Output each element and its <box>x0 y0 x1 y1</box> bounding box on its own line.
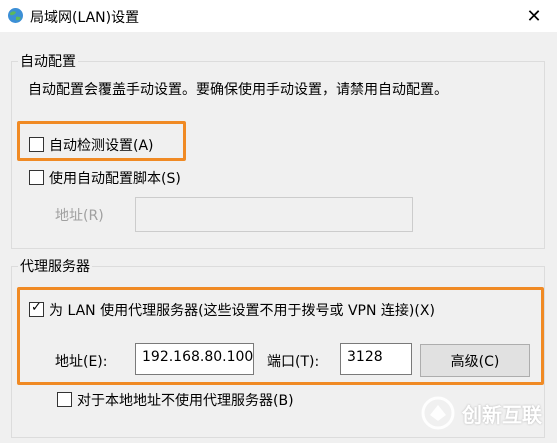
bypass-local-checkbox[interactable] <box>57 392 72 407</box>
close-icon: ✕ <box>526 5 542 27</box>
use-script-checkbox[interactable] <box>29 170 44 185</box>
proxy-legend: 代理服务器 <box>20 259 90 275</box>
auto-config-legend: 自动配置 <box>20 54 76 70</box>
close-button[interactable]: ✕ <box>511 0 557 32</box>
title-bar: 局域网(LAN)设置 ✕ <box>0 0 557 32</box>
use-script-label[interactable]: 使用自动配置脚本(S) <box>49 168 181 188</box>
watermark-text: 创新互联 <box>462 402 542 427</box>
script-address-input <box>135 197 413 232</box>
script-address-label: 地址(R) <box>55 208 104 224</box>
auto-config-description: 自动配置会覆盖手动设置。要确保使用手动设置，请禁用自动配置。 <box>28 82 448 98</box>
window-title: 局域网(LAN)设置 <box>30 10 140 26</box>
watermark: 创新互联 <box>420 392 542 434</box>
brand-logo-icon <box>421 396 455 430</box>
bypass-local-label[interactable]: 对于本地地址不使用代理服务器(B) <box>77 390 294 410</box>
highlight-proxy-settings <box>17 287 544 385</box>
highlight-auto-detect <box>17 121 186 161</box>
globe-icon <box>8 8 23 23</box>
